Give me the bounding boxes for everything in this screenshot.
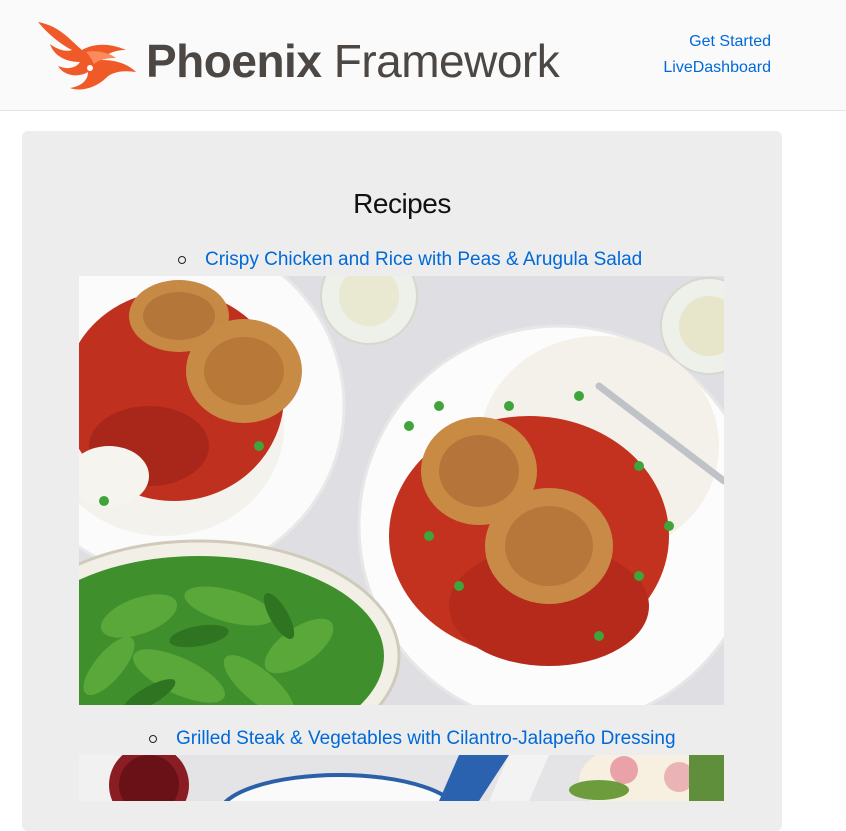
brand-bold: Phoenix xyxy=(146,35,322,87)
list-bullet xyxy=(149,735,157,743)
page-title: Recipes xyxy=(353,188,451,219)
header-nav: Get Started LiveDashboard xyxy=(663,29,771,81)
recipe-link-crispy-chicken[interactable]: Crispy Chicken and Rice with Peas & Arug… xyxy=(205,249,642,271)
site-header: Phoenix Framework Get Started LiveDashbo… xyxy=(0,0,846,111)
phoenix-bird-icon xyxy=(38,22,136,90)
list-bullet xyxy=(178,256,186,264)
brand-light: Framework xyxy=(333,35,560,87)
chicken-rice-photo[interactable] xyxy=(79,276,724,705)
recipe-link-grilled-steak[interactable]: Grilled Steak & Vegetables with Cilantro… xyxy=(176,728,676,750)
nav-livedashboard-link[interactable]: LiveDashboard xyxy=(663,55,771,81)
phoenix-logo[interactable]: Phoenix Framework xyxy=(30,16,570,94)
steak-vegetables-photo[interactable] xyxy=(79,755,724,801)
nav-get-started-link[interactable]: Get Started xyxy=(663,29,771,55)
logo-wordmark: Phoenix Framework xyxy=(146,35,560,87)
